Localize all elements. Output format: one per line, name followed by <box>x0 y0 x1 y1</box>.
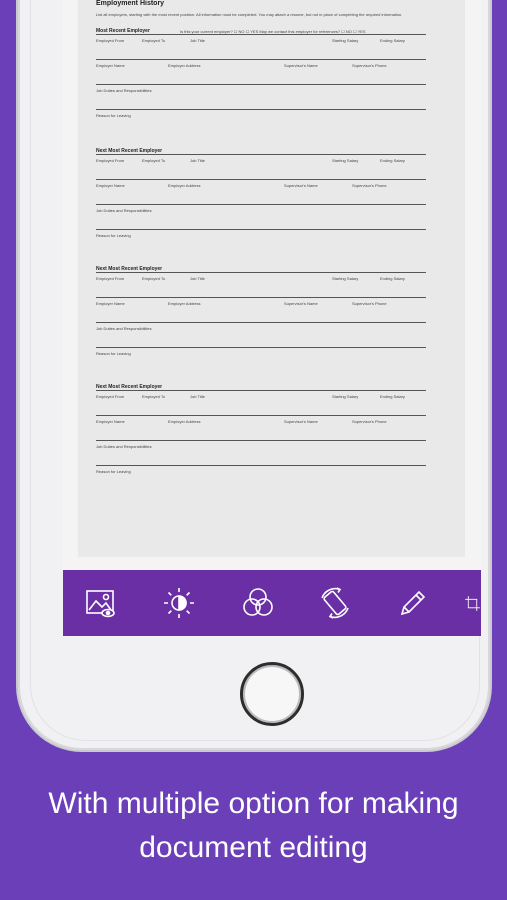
form-row: Reason for Leaving <box>96 465 426 490</box>
edit-toolbar <box>63 570 481 636</box>
field-label: Supervisor's Phone <box>352 63 387 68</box>
form-row: Employer Name Employer Address Supervisor'… <box>96 59 426 84</box>
field-label: Supervisor's Name <box>284 419 318 424</box>
field-label: Employed To <box>142 394 166 399</box>
field-label: Job Duties and Responsibilities <box>96 326 152 331</box>
field-label: Employed From <box>96 38 125 43</box>
field-label: Supervisor's Name <box>284 183 318 188</box>
form-row: Reason for Leaving <box>96 109 426 134</box>
field-label: Job Title <box>190 276 205 281</box>
field-label: Reason for Leaving <box>96 113 131 118</box>
form-row: Job Duties and Responsibilities <box>96 440 426 465</box>
field-label: Reason for Leaving <box>96 351 131 356</box>
field-label: Job Duties and Responsibilities <box>96 88 152 93</box>
field-label: Ending Salary <box>380 38 405 43</box>
field-label: Ending Salary <box>380 394 405 399</box>
field-label: Supervisor's Phone <box>352 183 387 188</box>
field-label: Ending Salary <box>380 276 405 281</box>
field-label: Ending Salary <box>380 158 405 163</box>
field-label: Starting Salary <box>332 158 359 163</box>
field-label: Reason for Leaving <box>96 469 131 474</box>
field-label: Starting Salary <box>332 38 359 43</box>
form-row: Job Duties and Responsibilities <box>96 204 426 229</box>
field-label: Employed From <box>96 394 125 399</box>
field-label: Employed To <box>142 38 166 43</box>
field-label: Job Duties and Responsibilities <box>96 444 152 449</box>
document-title: Employment History <box>96 0 165 7</box>
form-row: Employed From Employed To Job Title Startin… <box>96 154 426 179</box>
field-label: Reason for Leaving <box>96 233 131 238</box>
caption-line-1: With multiple option for making <box>48 787 459 820</box>
employer-section: Next Most Recent Employer Employed From Em… <box>96 384 426 490</box>
employer-section: Most Recent Employer Is this your current… <box>96 28 426 134</box>
document-intro: List all employers, starting with the mo… <box>96 12 403 17</box>
field-label: Employer Name <box>96 183 125 188</box>
field-label: Job Title <box>190 394 205 399</box>
form-row: Employed From Employed To Job Title Startin… <box>96 272 426 297</box>
form-row: Employer Name Employer Address Supervisor'… <box>96 415 426 440</box>
field-label: Supervisor's Phone <box>352 301 387 306</box>
field-label: Employed From <box>96 158 125 163</box>
field-label: Employer Name <box>96 301 125 306</box>
form-row: Job Duties and Responsibilities <box>96 322 426 347</box>
field-label: Job Title <box>190 38 205 43</box>
crop-icon[interactable] <box>463 585 481 621</box>
form-row: Employer Name Employer Address Supervisor'… <box>96 179 426 204</box>
field-label: Job Title <box>190 158 205 163</box>
app-screen: Employment History List all employers, s… <box>63 0 481 636</box>
brightness-icon[interactable] <box>161 585 197 621</box>
field-label: Employer Address <box>168 419 201 424</box>
employer-section: Next Most Recent Employer Employed From Em… <box>96 148 426 254</box>
field-label: Starting Salary <box>332 276 359 281</box>
field-label: Employer Address <box>168 183 201 188</box>
color-filter-icon[interactable] <box>240 585 276 621</box>
field-label: Employer Name <box>96 419 125 424</box>
field-label: Employer Name <box>96 63 125 68</box>
field-label: Job Duties and Responsibilities <box>96 208 152 213</box>
home-button[interactable] <box>240 662 304 726</box>
promo-caption: With multiple option for making document… <box>0 782 507 870</box>
field-label: Employed To <box>142 276 166 281</box>
document-preview: Employment History List all employers, s… <box>63 0 481 570</box>
form-row: Employed From Employed To Job Title Startin… <box>96 34 426 59</box>
field-label: Supervisor's Name <box>284 63 318 68</box>
field-label: Supervisor's Name <box>284 301 318 306</box>
field-label: Employed To <box>142 158 166 163</box>
image-icon[interactable] <box>83 585 119 621</box>
form-row: Reason for Leaving <box>96 229 426 254</box>
employer-section: Next Most Recent Employer Employed From Em… <box>96 266 426 372</box>
field-label: Employed From <box>96 276 125 281</box>
field-label: Starting Salary <box>332 394 359 399</box>
form-row: Job Duties and Responsibilities <box>96 84 426 109</box>
field-label: Employer Address <box>168 63 201 68</box>
rotate-icon[interactable] <box>317 585 353 621</box>
form-row: Employer Name Employer Address Supervisor'… <box>96 297 426 322</box>
form-row: Reason for Leaving <box>96 347 426 372</box>
field-label: Supervisor's Phone <box>352 419 387 424</box>
caption-line-2: document editing <box>139 831 368 864</box>
pencil-icon[interactable] <box>395 585 431 621</box>
field-label: Employer Address <box>168 301 201 306</box>
phone-frame: Employment History List all employers, s… <box>18 0 490 750</box>
form-row: Employed From Employed To Job Title Startin… <box>96 390 426 415</box>
